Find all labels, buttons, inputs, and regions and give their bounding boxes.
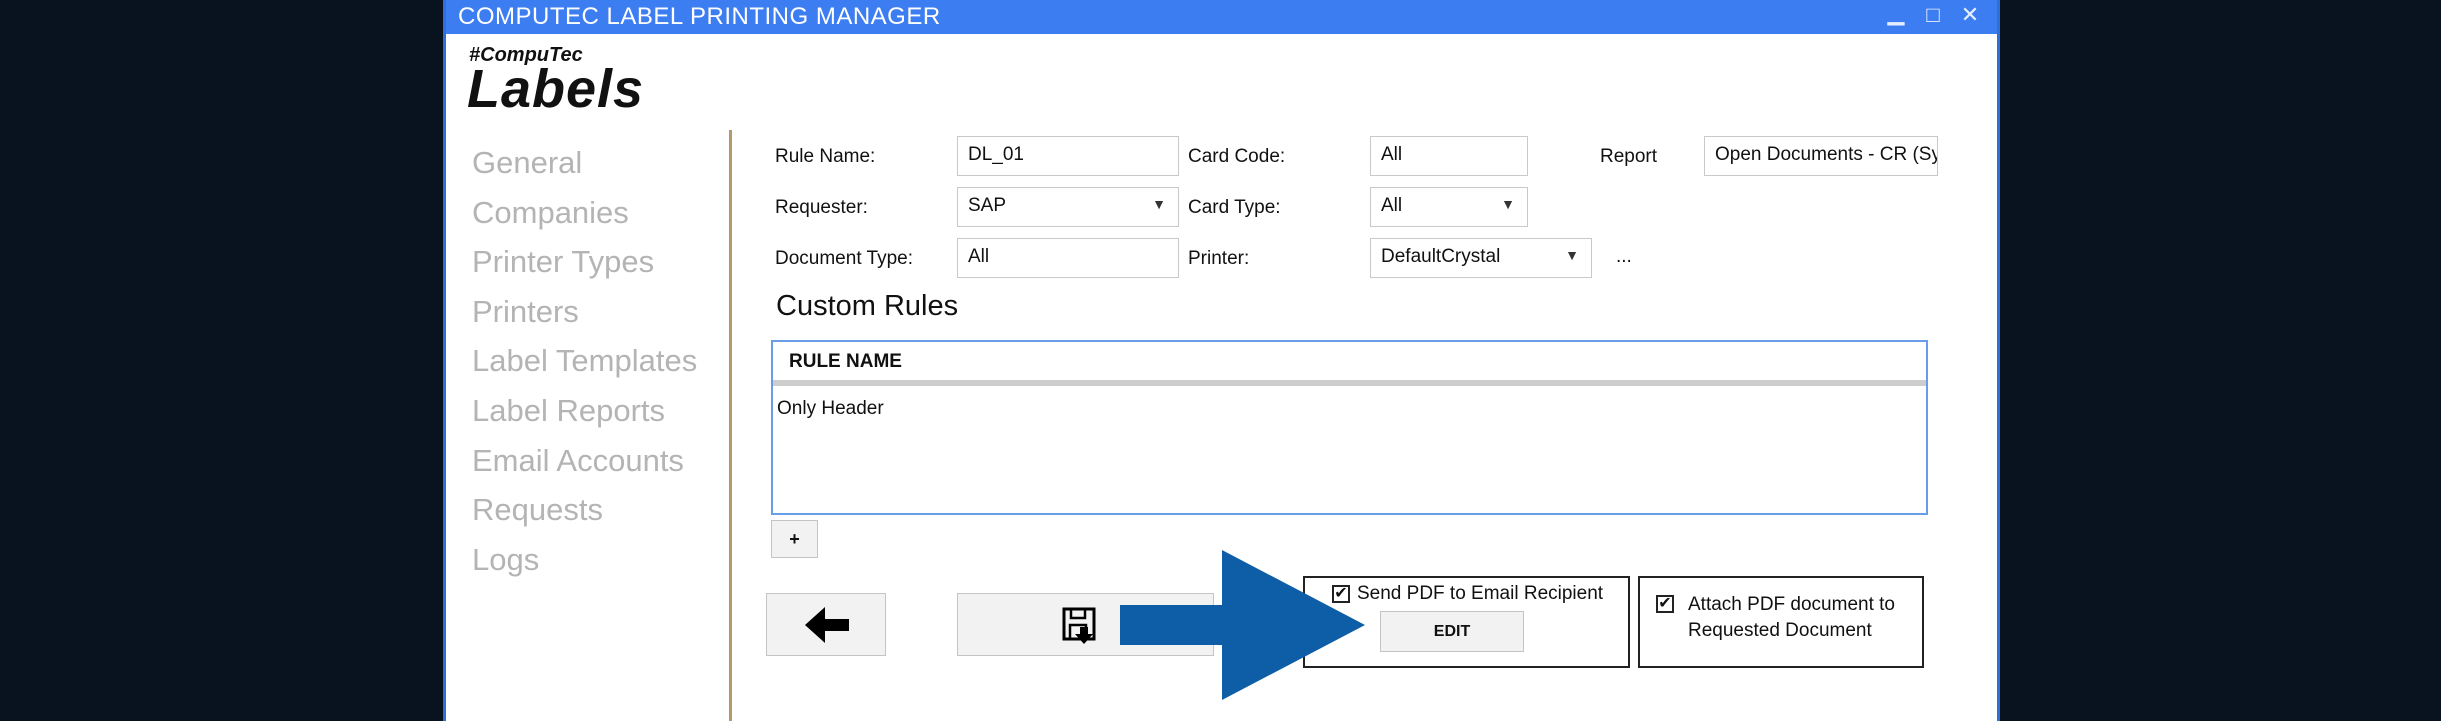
- close-button[interactable]: ✕: [1950, 2, 1990, 28]
- chevron-down-icon: ▼: [1152, 196, 1166, 212]
- requester-dropdown[interactable]: SAP ▼: [957, 187, 1179, 227]
- sidebar-item-general[interactable]: General: [472, 140, 697, 190]
- custom-rules-title: Custom Rules: [776, 290, 959, 322]
- printer-label: Printer:: [1188, 248, 1250, 269]
- sidebar-item-companies[interactable]: Companies: [472, 190, 697, 240]
- document-type-label: Document Type:: [775, 248, 914, 269]
- minimize-button[interactable]: ▁: [1876, 0, 1916, 26]
- card-code-input[interactable]: All: [1370, 136, 1528, 176]
- printer-dropdown[interactable]: DefaultCrystal ▼: [1370, 238, 1592, 278]
- rule-name-label: Rule Name:: [775, 146, 876, 167]
- custom-rules-table: RULE NAME Only Header: [771, 340, 1928, 515]
- title-bar: COMPUTEC LABEL PRINTING MANAGER ▁ □ ✕: [446, 0, 1997, 34]
- attach-pdf-checkbox[interactable]: ✔: [1656, 595, 1674, 613]
- card-type-value: All: [1381, 195, 1403, 216]
- annotation-arrow-icon: [1120, 550, 1365, 700]
- arrow-left-icon: [805, 607, 849, 643]
- table-header[interactable]: RULE NAME: [773, 342, 1926, 386]
- logo: Labels: [467, 59, 645, 119]
- printer-browse-button[interactable]: ...: [1616, 246, 1632, 268]
- column-header-rule-name[interactable]: RULE NAME: [789, 351, 902, 373]
- edit-button[interactable]: EDIT: [1380, 611, 1524, 652]
- attach-pdf-label-line2: Requested Document: [1688, 620, 1872, 641]
- printer-value: DefaultCrystal: [1381, 246, 1501, 267]
- add-rule-button[interactable]: +: [771, 520, 818, 558]
- send-pdf-label: Send PDF to Email Recipient: [1357, 583, 1604, 604]
- requester-label: Requester:: [775, 197, 868, 218]
- maximize-button[interactable]: □: [1913, 2, 1953, 28]
- card-code-label: Card Code:: [1188, 146, 1286, 167]
- document-type-input[interactable]: All: [957, 238, 1179, 278]
- sidebar-item-logs[interactable]: Logs: [472, 537, 697, 587]
- requester-value: SAP: [968, 195, 1007, 216]
- sidebar-item-printers[interactable]: Printers: [472, 289, 697, 339]
- card-type-label: Card Type:: [1188, 197, 1281, 218]
- attach-pdf-label-line1: Attach PDF document to: [1688, 594, 1895, 615]
- table-row[interactable]: Only Header: [777, 398, 884, 420]
- sidebar-divider: [729, 130, 732, 721]
- card-type-dropdown[interactable]: All ▼: [1370, 187, 1528, 227]
- report-select[interactable]: Open Documents - CR (System): [1704, 136, 1938, 176]
- sidebar-nav: General Companies Printer Types Printers…: [472, 140, 697, 586]
- chevron-down-icon: ▼: [1565, 247, 1579, 263]
- sidebar-item-label-templates[interactable]: Label Templates: [472, 338, 697, 388]
- sidebar-item-label-reports[interactable]: Label Reports: [472, 388, 697, 438]
- window-title: COMPUTEC LABEL PRINTING MANAGER: [458, 3, 941, 30]
- rule-name-input[interactable]: DL_01: [957, 136, 1179, 176]
- back-button[interactable]: [766, 593, 886, 656]
- sidebar-item-email-accounts[interactable]: Email Accounts: [472, 438, 697, 488]
- chevron-down-icon: ▼: [1501, 196, 1515, 212]
- sidebar-item-requests[interactable]: Requests: [472, 487, 697, 537]
- sidebar-item-printer-types[interactable]: Printer Types: [472, 239, 697, 289]
- attach-pdf-panel: ✔ Attach PDF document to Requested Docum…: [1638, 576, 1924, 668]
- report-label: Report: [1600, 146, 1658, 167]
